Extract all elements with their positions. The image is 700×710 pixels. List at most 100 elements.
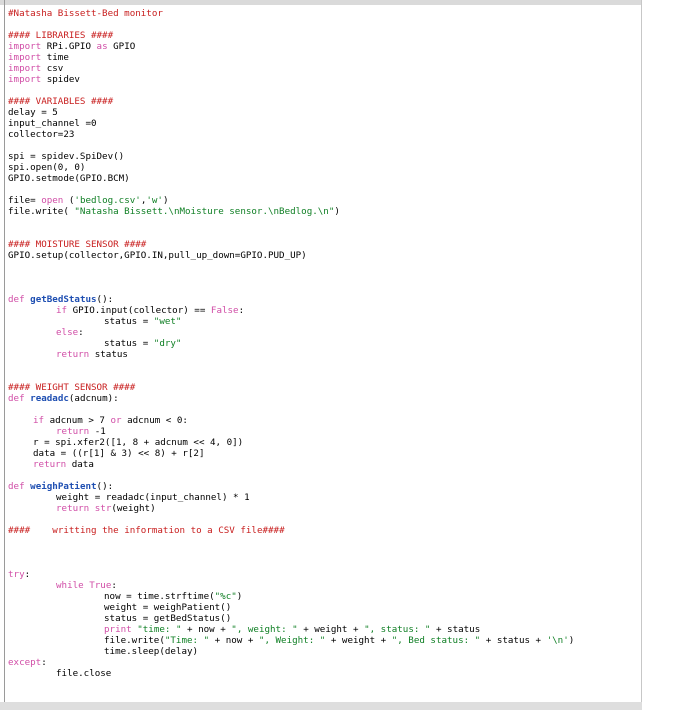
code-line: def weighPatient(): xyxy=(8,481,638,492)
code-token-keyword: False xyxy=(210,305,239,316)
code-token-plain: status = xyxy=(104,338,154,349)
code-line: import csv xyxy=(8,63,638,74)
code-token-plain: spi = spidev.SpiDev() xyxy=(8,151,125,162)
code-line: print "time: " + now + ", weight: " + we… xyxy=(8,624,638,635)
code-token-string: "Time: " xyxy=(164,635,210,646)
code-token-plain: r = spi.xfer2([1, 8 + adcnum << 4, 0]) xyxy=(33,437,244,448)
code-token-string: "time: " xyxy=(137,624,182,635)
code-token-keyword: else xyxy=(56,327,79,338)
code-line: #### LIBRARIES #### xyxy=(8,30,638,41)
code-token-plain: : xyxy=(78,327,84,338)
code-line: import time xyxy=(8,52,638,63)
code-line: else: xyxy=(8,327,638,338)
code-token-plain: : xyxy=(24,569,31,580)
code-line: r = spi.xfer2([1, 8 + adcnum << 4, 0]) xyxy=(8,437,638,448)
code-line: #### WEIGHT SENSOR #### xyxy=(8,382,638,393)
code-token-plain: ) xyxy=(236,591,243,602)
code-token-plain: weight = weighPatient() xyxy=(104,602,232,613)
code-token-keyword: except xyxy=(8,657,42,668)
code-token-keyword: str xyxy=(94,503,112,514)
code-line: file= open ('bedlog.csv','w') xyxy=(8,195,638,206)
code-token-plain: input_channel =0 xyxy=(8,118,97,129)
code-line: data = ((r[1] & 3) << 8) + r[2] xyxy=(8,448,638,459)
code-token-plain: status = getBedStatus() xyxy=(104,613,232,624)
code-line: input_channel =0 xyxy=(8,118,638,129)
code-token-string: '\n' xyxy=(546,635,569,646)
code-line: file.write("Time: " + now + ", Weight: "… xyxy=(8,635,638,646)
code-line: import RPi.GPIO as GPIO xyxy=(8,41,638,52)
code-token-comment: #### WEIGHT SENSOR #### xyxy=(8,382,136,393)
code-token-plain: + status xyxy=(430,624,481,635)
code-token-plain: GPIO.input(collector) == xyxy=(67,305,211,316)
code-line: GPIO.setup(collector,GPIO.IN,pull_up_dow… xyxy=(8,250,638,261)
code-token-comment: #### VARIABLES #### xyxy=(8,96,114,107)
code-token-keyword: print xyxy=(104,624,132,635)
code-token-def: readadc xyxy=(30,393,69,404)
code-line: status = getBedStatus() xyxy=(8,613,638,624)
code-token-plain: spidev xyxy=(41,74,80,85)
code-line: try: xyxy=(8,569,638,580)
code-token-keyword: return xyxy=(33,459,67,470)
code-token-string: ", Bed status: " xyxy=(391,635,481,646)
code-token-keyword: return xyxy=(56,426,90,437)
code-token-plain: -1 xyxy=(89,426,106,437)
code-line: spi = spidev.SpiDev() xyxy=(8,151,638,162)
code-token-plain: spi.open(0, 0) xyxy=(8,162,86,173)
code-token-plain: : xyxy=(41,657,47,668)
code-line: def getBedStatus(): xyxy=(8,294,638,305)
code-line: now = time.strftime("%c") xyxy=(8,591,638,602)
code-token-comment: #Natasha Bissett-Bed monitor xyxy=(8,8,163,19)
code-token-def: getBedStatus xyxy=(30,294,97,305)
code-token-plain: (adcnum): xyxy=(68,393,119,404)
code-token-keyword: if xyxy=(56,305,68,316)
code-line: #### VARIABLES #### xyxy=(8,96,638,107)
code-editor[interactable]: #Natasha Bissett-Bed monitor #### LIBRAR… xyxy=(8,8,638,679)
code-token-string: 'w' xyxy=(146,195,163,206)
code-token-keyword: return xyxy=(56,503,90,514)
code-token-string: 'bedlog.csv' xyxy=(74,195,141,206)
code-token-plain: : xyxy=(238,305,245,316)
horizontal-scrollbar[interactable] xyxy=(0,702,642,710)
code-line: #### MOISTURE SENSOR #### xyxy=(8,239,638,250)
code-line: collector=23 xyxy=(8,129,638,140)
code-token-keyword: or xyxy=(110,415,122,426)
code-token-comment: writting the information to a CSV file##… xyxy=(52,525,285,536)
code-token-plain: ) xyxy=(334,206,340,217)
code-token-plain: status = xyxy=(104,316,154,327)
code-token-keyword: if xyxy=(33,415,45,426)
code-token-plain: collector=23 xyxy=(8,129,75,140)
code-line: #### writting the information to a CSV f… xyxy=(8,525,638,536)
code-line: status = "wet" xyxy=(8,316,638,327)
code-token-plain: ) xyxy=(568,635,575,646)
code-line: time.sleep(delay) xyxy=(8,646,638,657)
code-line: return status xyxy=(8,349,638,360)
code-token-plain: adcnum > 7 xyxy=(44,415,111,426)
code-token-string: ", weight: " xyxy=(231,624,298,635)
code-token-plain: (weight) xyxy=(111,503,156,514)
code-line: weight = readadc(input_channel) * 1 xyxy=(8,492,638,503)
code-line: file.write( "Natasha Bissett.\nMoisture … xyxy=(8,206,638,217)
code-token-comment: #### LIBRARIES #### xyxy=(8,30,114,41)
code-token-plain: + weight + xyxy=(325,635,392,646)
code-token-plain: RPi.GPIO xyxy=(41,41,97,52)
code-line: except: xyxy=(8,657,638,668)
code-line: spi.open(0, 0) xyxy=(8,162,638,173)
code-token-keyword: import xyxy=(8,52,42,63)
code-token-plain: + now + xyxy=(181,624,232,635)
code-token-plain: time.sleep(delay) xyxy=(104,646,199,657)
window-top-bar xyxy=(0,0,642,5)
code-token-plain: adcnum < 0: xyxy=(121,415,188,426)
code-token-keyword: def xyxy=(8,481,25,492)
code-token-plain: ) xyxy=(162,195,169,206)
code-token-plain: data xyxy=(66,459,94,470)
code-line: while True: xyxy=(8,580,638,591)
